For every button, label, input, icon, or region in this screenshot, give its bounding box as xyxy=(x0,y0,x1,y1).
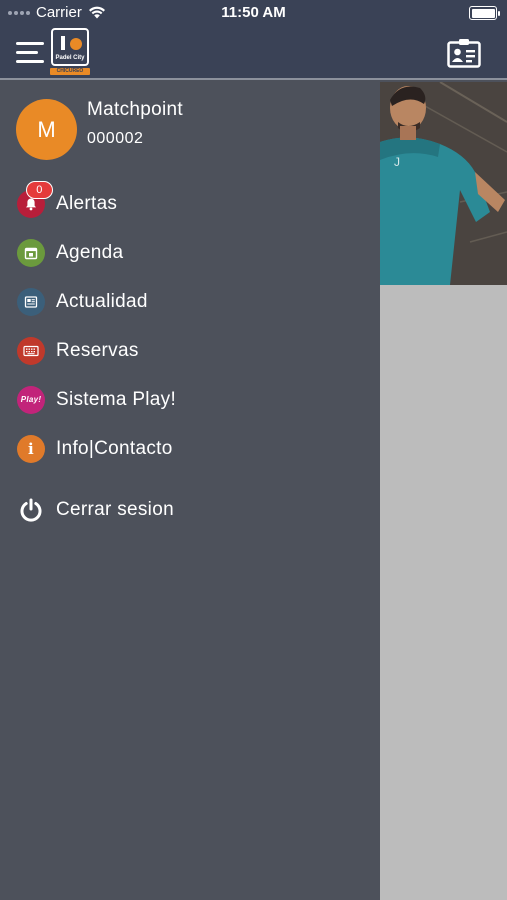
avatar: M xyxy=(16,99,77,160)
id-card-icon[interactable] xyxy=(447,38,481,68)
menu-item-label: Sistema Play! xyxy=(56,388,177,410)
hero-photo: J xyxy=(380,82,507,285)
hamburger-icon[interactable] xyxy=(16,42,44,64)
menu-item-alertas[interactable]: 0 Alertas xyxy=(0,179,380,228)
logout-label: Cerrar sesion xyxy=(56,498,174,520)
battery-icon xyxy=(469,6,500,20)
play-icon: Play! xyxy=(17,385,45,414)
app-logo[interactable]: Padel City CHICUREO xyxy=(50,28,90,76)
info-icon: i xyxy=(17,434,45,463)
logo-ribbon: CHICUREO xyxy=(50,68,90,75)
menu-item-info-contacto[interactable]: i Info|Contacto xyxy=(0,424,380,473)
player-photo-illustration: J xyxy=(380,82,507,285)
calendar-icon xyxy=(17,238,45,267)
app-header: Carrier 11:50 AM Padel City CHICUREO xyxy=(0,0,507,80)
profile-code: 000002 xyxy=(87,130,144,147)
menu-item-sistema-play[interactable]: Play! Sistema Play! xyxy=(0,375,380,424)
status-time: 11:50 AM xyxy=(221,4,286,21)
alert-count-badge: 0 xyxy=(26,180,53,199)
menu-item-label: Actualidad xyxy=(56,290,148,312)
avatar-initial: M xyxy=(37,116,56,142)
bell-icon: 0 xyxy=(17,180,53,218)
logo-mark: Padel City xyxy=(51,28,89,66)
drawer-menu: 0 Alertas Agenda Actualidad Reservas Pla… xyxy=(0,179,380,534)
main-content: J xyxy=(380,82,507,900)
side-drawer: M Matchpoint 000002 0 Alertas Agenda Act… xyxy=(0,82,380,900)
user-profile[interactable]: M Matchpoint 000002 xyxy=(16,99,183,160)
svg-text:J: J xyxy=(394,155,400,169)
status-bar: Carrier 11:50 AM xyxy=(0,0,507,26)
logo-text: Padel City xyxy=(55,55,85,61)
menu-item-label: Info|Contacto xyxy=(56,437,173,459)
profile-name: Matchpoint xyxy=(87,99,183,120)
logout-button[interactable]: Cerrar sesion xyxy=(0,485,380,534)
menu-item-label: Alertas xyxy=(56,192,118,214)
app-screen: J Carrier 11:50 AM Padel City CHICUREO M… xyxy=(0,0,507,900)
power-icon xyxy=(17,496,45,524)
menu-item-label: Reservas xyxy=(56,339,139,361)
menu-item-agenda[interactable]: Agenda xyxy=(0,228,380,277)
menu-item-actualidad[interactable]: Actualidad xyxy=(0,277,380,326)
keyboard-icon xyxy=(17,336,45,365)
menu-item-label: Agenda xyxy=(56,241,124,263)
menu-item-reservas[interactable]: Reservas xyxy=(0,326,380,375)
profile-info: Matchpoint 000002 xyxy=(87,99,183,148)
news-icon xyxy=(17,287,45,316)
